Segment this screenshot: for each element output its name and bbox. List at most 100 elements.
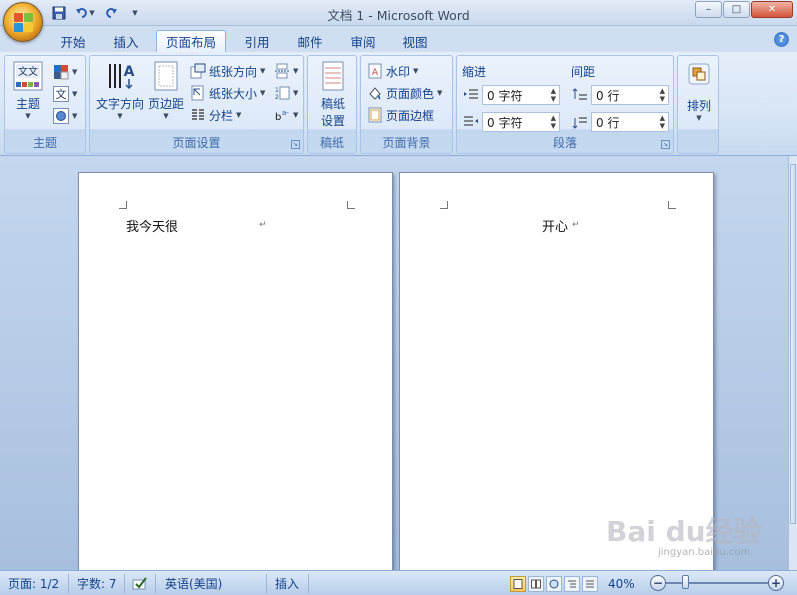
svg-text:1: 1: [275, 87, 279, 94]
print-layout-view-icon[interactable]: [510, 575, 526, 592]
zoom-out-icon[interactable]: −: [650, 575, 666, 591]
manuscript-icon: [322, 61, 344, 91]
manuscript-label-line2: 设置: [320, 114, 345, 128]
theme-fonts-button[interactable]: 文 ▼: [53, 84, 77, 104]
baidu-watermark: Bai du经验: [606, 515, 762, 548]
manuscript-group-name: 稿纸: [319, 136, 344, 150]
status-divider: [155, 574, 156, 593]
crop-mark: [668, 201, 676, 209]
size-label: 纸张大小: [209, 86, 258, 101]
manuscript-label-line1: 稿纸: [320, 97, 345, 111]
tab-review[interactable]: 审阅: [343, 30, 383, 52]
manuscript-settings-button[interactable]: 稿纸 设置: [312, 60, 354, 129]
page-2-text[interactable]: 开心: [542, 216, 568, 235]
paragraph-group: 缩进 间距 0 字符 ▲ ▼ 0 字符 ▲ ▼ 0 行 ▲ ▼ 0 行 ▲ ▼ 段落 ↘: [456, 55, 674, 154]
tab-references[interactable]: 引用: [238, 30, 276, 52]
breaks-button[interactable]: ▼: [274, 61, 298, 81]
baidu-watermark-url: jingyan.baidu.com: [658, 547, 751, 558]
columns-button[interactable]: 分栏 ▼: [190, 105, 241, 125]
hyphenation-icon: b a-: [275, 109, 289, 123]
tab-mailings[interactable]: 邮件: [290, 30, 330, 52]
status-bar: 页面: 1/2 字数: 7 英语(美国) 插入 40% − +: [0, 570, 797, 595]
page-color-button[interactable]: 页面颜色 ▼: [367, 83, 442, 103]
page-background-group: A 水印 ▼ 页面颜色 ▼ 页面边框 页面背景: [360, 55, 453, 154]
tab-page-layout[interactable]: 页面布局: [156, 30, 226, 52]
full-screen-reading-view-icon[interactable]: [528, 575, 544, 592]
line-numbers-button[interactable]: 1 2 ▼: [274, 83, 298, 103]
spacing-before-spinner: 0 行 ▲ ▼: [572, 84, 669, 106]
themes-dropdown-icon: ▼: [25, 112, 31, 120]
margins-button[interactable]: 页边距 ▼: [146, 60, 186, 120]
line-numbers-icon: 12: [275, 86, 290, 101]
language-indicator[interactable]: 英语(美国): [165, 575, 222, 592]
page-count[interactable]: 页面: 1/2: [8, 575, 59, 592]
undo-button[interactable]: ▼: [74, 4, 96, 22]
indent-left-spinner: 0 字符 ▲ ▼: [463, 84, 560, 106]
proofing-check-icon: [132, 576, 147, 589]
text-direction-button[interactable]: A 文字方向 ▼: [94, 60, 146, 120]
status-divider: [68, 574, 69, 593]
paragraph-mark: ↵: [259, 220, 267, 230]
word-count[interactable]: 字数: 7: [77, 575, 117, 592]
crop-mark: [440, 201, 448, 209]
spacing-after-spinner: 0 行 ▲ ▼: [572, 111, 669, 133]
orientation-label: 纸张方向: [209, 64, 258, 79]
tab-view[interactable]: 视图: [396, 30, 434, 52]
office-button[interactable]: [3, 2, 43, 42]
spacing-before-input[interactable]: 0 行 ▲ ▼: [591, 85, 669, 105]
arrange-icon: [688, 63, 710, 85]
columns-label: 分栏: [209, 108, 234, 123]
theme-colors-button[interactable]: ▼: [53, 62, 77, 82]
tab-home[interactable]: 开始: [54, 30, 92, 52]
hyphenation-button[interactable]: b a- ▼: [274, 105, 298, 125]
arrange-dropdown-icon: ▼: [696, 114, 702, 122]
close-button[interactable]: ✕: [751, 1, 793, 18]
page-1-text[interactable]: 我今天很: [126, 216, 178, 235]
maximize-button[interactable]: □: [723, 1, 750, 18]
theme-fonts-icon: 文: [53, 86, 69, 102]
undo-dropdown-icon[interactable]: ▼: [89, 9, 94, 17]
arrange-button[interactable]: 排列 ▼: [680, 62, 718, 122]
text-direction-icon: A: [109, 64, 135, 90]
watermark-button[interactable]: A 水印 ▼: [367, 61, 418, 81]
save-button[interactable]: [50, 4, 68, 22]
spacing-after-arrows-icon[interactable]: ▲ ▼: [660, 114, 665, 130]
orientation-button[interactable]: 纸张方向 ▼: [190, 61, 265, 81]
scrollbar-thumb[interactable]: [790, 164, 796, 524]
manuscript-group: 稿纸 设置 稿纸: [307, 55, 357, 154]
customize-qat-icon[interactable]: ▼: [126, 4, 144, 22]
indent-left-arrows-icon[interactable]: ▲ ▼: [551, 87, 556, 103]
theme-effects-button[interactable]: ▼: [53, 106, 77, 126]
theme-colors-icon: [54, 65, 69, 80]
spacing-after-input[interactable]: 0 行 ▲ ▼: [591, 112, 669, 132]
page-setup-launcher-icon[interactable]: ↘: [291, 140, 300, 149]
proofing-button[interactable]: [132, 575, 148, 592]
web-layout-view-icon[interactable]: [546, 575, 562, 592]
vertical-scrollbar[interactable]: [788, 156, 797, 570]
indent-left-input[interactable]: 0 字符 ▲ ▼: [482, 85, 560, 105]
spacing-before-arrows-icon[interactable]: ▲ ▼: [660, 87, 665, 103]
themes-button[interactable]: 文文 主题 ▼: [11, 60, 45, 120]
zoom-level[interactable]: 40%: [608, 575, 635, 592]
redo-button[interactable]: [102, 4, 120, 22]
outline-view-icon[interactable]: [564, 575, 580, 592]
page-borders-button[interactable]: 页面边框: [367, 105, 434, 125]
breaks-icon: [275, 63, 289, 79]
minimize-button[interactable]: –: [695, 1, 722, 18]
insert-mode-indicator[interactable]: 插入: [275, 575, 299, 592]
size-button[interactable]: 纸张大小 ▼: [190, 83, 265, 103]
page-1[interactable]: 我今天很 ↵: [78, 172, 393, 570]
indent-right-input[interactable]: 0 字符 ▲ ▼: [482, 112, 560, 132]
paragraph-launcher-icon[interactable]: ↘: [661, 140, 670, 149]
indent-right-arrows-icon[interactable]: ▲ ▼: [551, 114, 556, 130]
help-icon[interactable]: ?: [774, 32, 789, 47]
ribbon: 文文 主题 ▼ ▼ 文▼ ▼ 主题 A 文字方向 ▼ 页边距 ▼ 纸张方向▼: [0, 52, 797, 156]
zoom-slider-thumb[interactable]: [682, 575, 689, 589]
margins-dropdown-icon: ▼: [163, 112, 169, 120]
paragraph-mark: ↵: [572, 220, 580, 230]
tab-insert[interactable]: 插入: [106, 30, 146, 52]
zoom-in-icon[interactable]: +: [768, 575, 784, 591]
draft-view-icon[interactable]: [582, 575, 598, 592]
spacing-after-icon: [572, 117, 587, 129]
document-area: 我今天很 ↵ 开心 ↵: [0, 156, 788, 570]
